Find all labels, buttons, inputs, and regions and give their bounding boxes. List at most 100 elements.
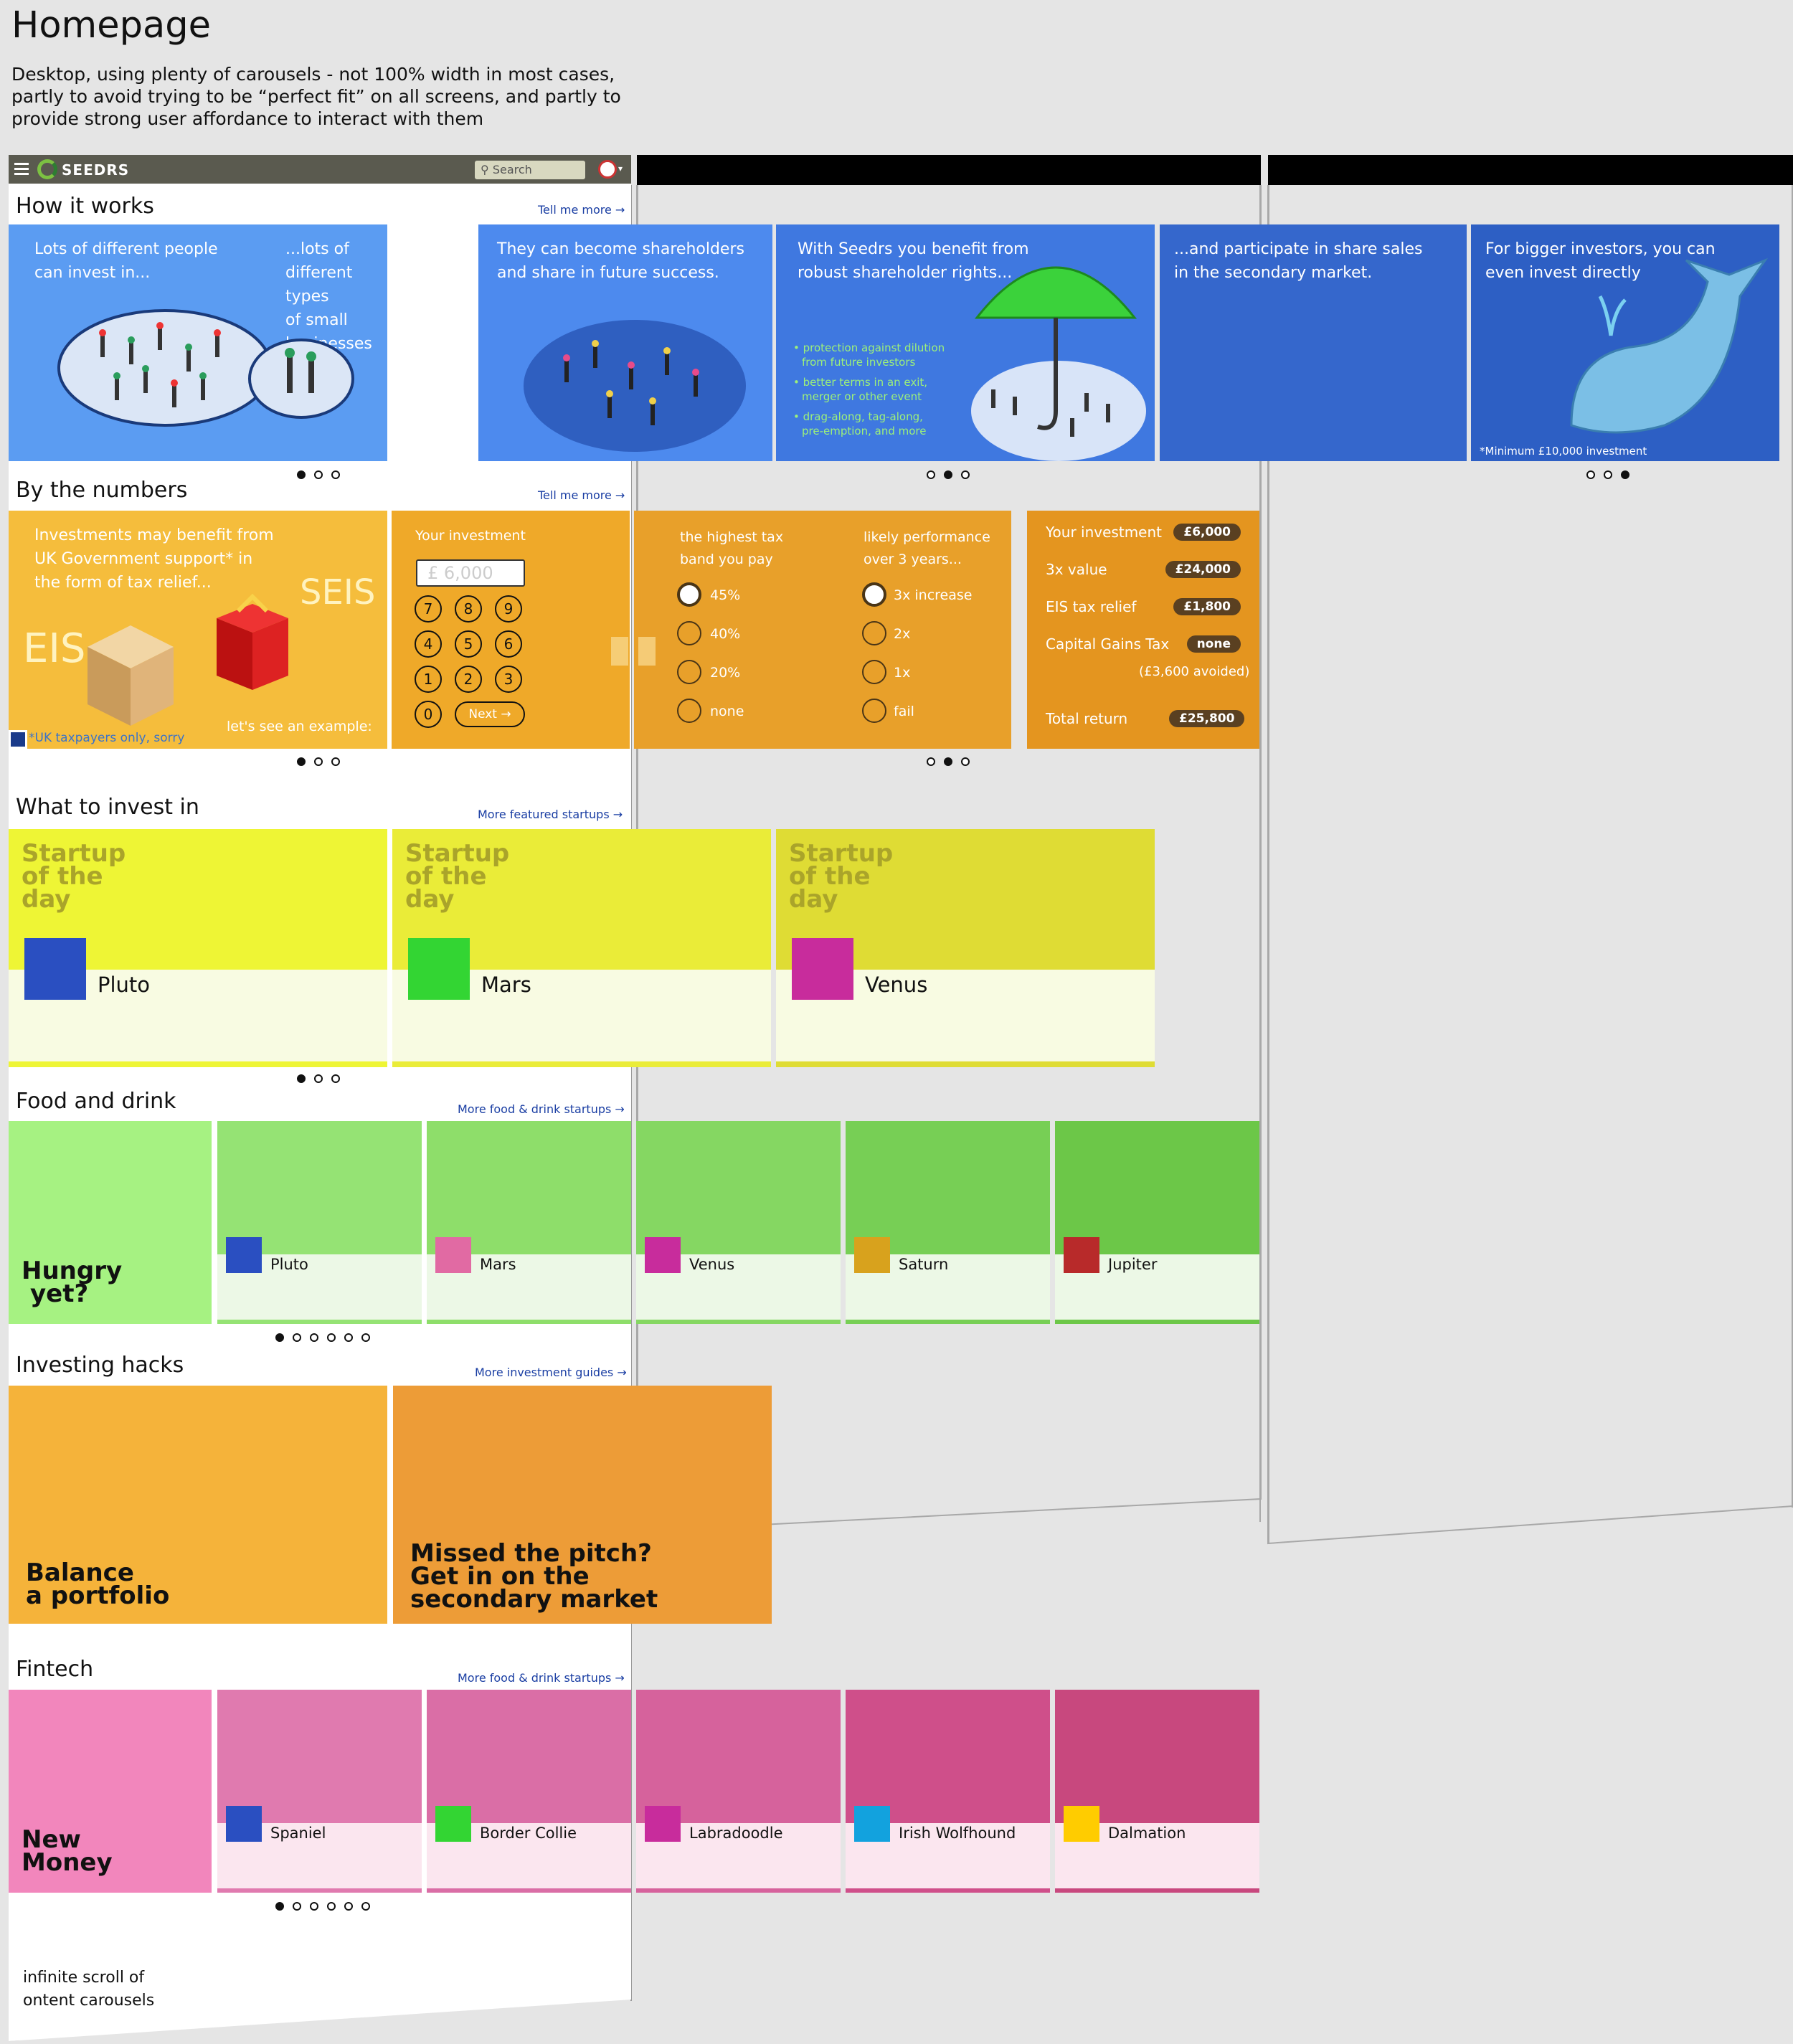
dot[interactable] (1621, 470, 1629, 479)
logo-text[interactable]: SEEDRS (62, 161, 129, 179)
dot[interactable] (314, 470, 323, 479)
dot[interactable] (1586, 470, 1595, 479)
keypad-key[interactable]: 8 (455, 595, 482, 623)
how-panel-1: Lots of different people can invest in...… (9, 224, 387, 461)
more-featured-link[interactable]: More featured startups → (478, 808, 623, 821)
keypad-key[interactable]: 2 (455, 666, 482, 693)
more-fintech-link[interactable]: More food & drink startups → (458, 1671, 625, 1685)
dot[interactable] (310, 1333, 318, 1342)
startup-tile[interactable]: Startup of the day Pluto (9, 829, 387, 1067)
keypad-key[interactable]: 3 (495, 666, 522, 693)
tax-head2: band you pay (680, 552, 773, 567)
dot[interactable] (293, 1902, 301, 1911)
fintech-tile[interactable]: Irish Wolfhound (846, 1690, 1050, 1893)
dot[interactable] (314, 757, 323, 766)
dot[interactable] (1604, 470, 1612, 479)
result-label: 3x value (1046, 561, 1107, 578)
dot[interactable] (331, 757, 340, 766)
perf-option-label: 1x (894, 665, 911, 681)
total-value-badge: £25,800 (1169, 710, 1245, 727)
food-tile[interactable]: Jupiter (1055, 1121, 1259, 1324)
shareholders-illustration (524, 320, 746, 452)
keypad-key[interactable]: 6 (495, 630, 522, 658)
tax-radio[interactable] (677, 621, 701, 645)
carousel-next-icon[interactable] (638, 637, 656, 666)
fintech-tile[interactable]: Labradoodle (636, 1690, 841, 1893)
menu-icon[interactable] (14, 163, 29, 176)
food-hero-tile[interactable]: Hungry yet? (9, 1121, 212, 1324)
food-tile[interactable]: Saturn (846, 1121, 1050, 1324)
startup-logo (854, 1237, 890, 1273)
fintech-hero-tile[interactable]: New Money (9, 1690, 212, 1893)
dot[interactable] (297, 470, 306, 479)
carousel-dots-invest (297, 1074, 340, 1083)
tax-radio[interactable] (677, 660, 701, 684)
numbers-intro1: Investments may benefit from (34, 526, 274, 544)
dot[interactable] (961, 470, 970, 479)
food-tile[interactable]: Venus (636, 1121, 841, 1324)
search-input[interactable]: ⚲ Search (475, 161, 585, 179)
dot[interactable] (344, 1902, 353, 1911)
how-p5a: ...and participate in share sales (1174, 240, 1423, 258)
perf-radio[interactable] (862, 660, 886, 684)
carousel-prev-icon[interactable] (611, 637, 628, 666)
dot[interactable] (944, 757, 952, 766)
dot[interactable] (944, 470, 952, 479)
keypad-key[interactable]: 9 (495, 595, 522, 623)
dot[interactable] (327, 1902, 336, 1911)
dot[interactable] (361, 1333, 370, 1342)
keypad-key[interactable]: 4 (415, 630, 442, 658)
next-button[interactable]: Next → (455, 701, 525, 727)
perf-radio[interactable] (862, 699, 886, 723)
avoided-label: (£3,600 avoided) (1139, 664, 1250, 679)
fintech-tile-header (1055, 1690, 1259, 1823)
dot[interactable] (310, 1902, 318, 1911)
tell-me-more-link[interactable]: Tell me more → (538, 488, 625, 502)
dot[interactable] (344, 1333, 353, 1342)
hack-tile-balance[interactable]: Balance a portfolio (9, 1386, 387, 1624)
chevron-down-icon[interactable]: ▾ (618, 164, 623, 174)
dot[interactable] (293, 1333, 301, 1342)
dot[interactable] (331, 470, 340, 479)
keypad-key[interactable]: 1 (415, 666, 442, 693)
investment-input[interactable]: £ 6,000 (416, 559, 525, 587)
how-p1b: can invest in... (34, 264, 151, 282)
keypad-key[interactable]: 5 (455, 630, 482, 658)
dot[interactable] (331, 1074, 340, 1083)
tax-radio[interactable] (677, 699, 701, 723)
fintech-tile[interactable]: Spaniel (217, 1690, 422, 1893)
dot[interactable] (927, 470, 935, 479)
fintech-tile[interactable]: Border Collie (427, 1690, 631, 1893)
food-startup-name: Mars (480, 1256, 516, 1273)
perf-radio[interactable] (862, 582, 886, 607)
food-tile[interactable]: Mars (427, 1121, 631, 1324)
tax-radio[interactable] (677, 582, 701, 607)
footer-note-2: ontent carousels (23, 1992, 155, 2010)
keypad-key[interactable]: 0 (415, 701, 442, 728)
dot[interactable] (314, 1074, 323, 1083)
how-p3b: and share in future success. (497, 264, 719, 282)
dot[interactable] (275, 1902, 284, 1911)
keypad-key[interactable]: 7 (415, 595, 442, 623)
dot[interactable] (927, 757, 935, 766)
dot[interactable] (297, 1074, 306, 1083)
hack-tile-secondary[interactable]: Missed the pitch? Get in on the secondary … (393, 1386, 772, 1624)
dot[interactable] (297, 757, 306, 766)
avatar[interactable] (598, 160, 617, 179)
food-tile[interactable]: Pluto (217, 1121, 422, 1324)
seedrs-logo-icon[interactable] (37, 159, 57, 179)
food-tile-header (1055, 1121, 1259, 1254)
perf-radio[interactable] (862, 621, 886, 645)
dot[interactable] (961, 757, 970, 766)
more-guides-link[interactable]: More investment guides → (475, 1366, 627, 1379)
more-food-link[interactable]: More food & drink startups → (458, 1102, 625, 1116)
startup-tile[interactable]: Startup of the day Mars (392, 829, 771, 1067)
how-bullet-2: • better terms in an exit, (793, 376, 928, 389)
dot[interactable] (327, 1333, 336, 1342)
food-tile-header (427, 1121, 631, 1254)
tell-me-more-link[interactable]: Tell me more → (538, 203, 625, 217)
fintech-tile[interactable]: Dalmation (1055, 1690, 1259, 1893)
startup-tile[interactable]: Startup of the day Venus (776, 829, 1155, 1067)
dot[interactable] (275, 1333, 284, 1342)
dot[interactable] (361, 1902, 370, 1911)
